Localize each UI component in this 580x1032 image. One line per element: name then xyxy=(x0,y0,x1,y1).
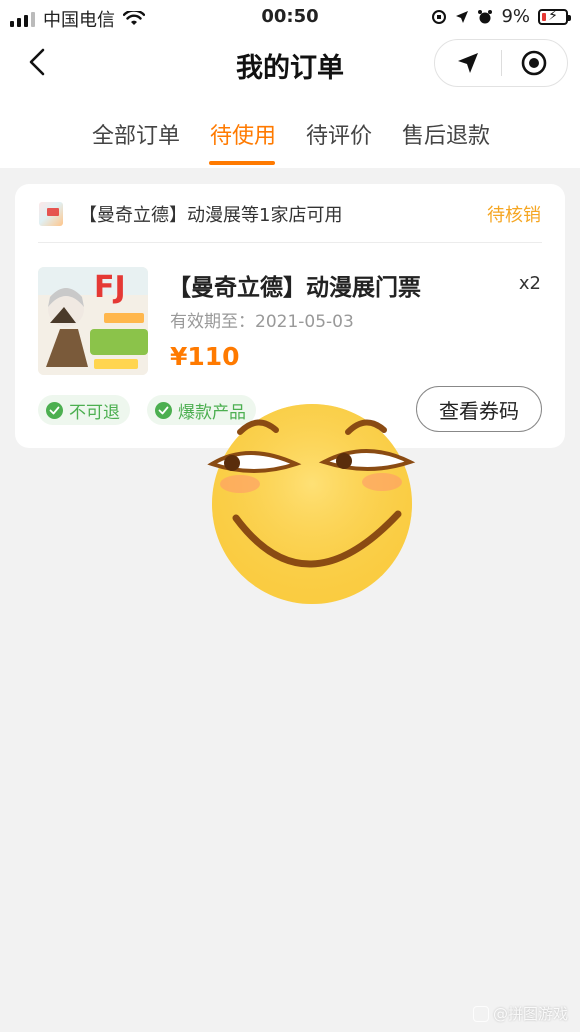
watermark: @拼图游戏 xyxy=(472,1003,568,1024)
valid-until: 有效期至：2021-05-03 xyxy=(170,312,354,332)
location-arrow-icon xyxy=(456,10,469,23)
order-tabs: 全部订单 待使用 待评价 售后退款 xyxy=(0,92,580,168)
active-tab-indicator xyxy=(209,161,275,165)
alarm-icon xyxy=(478,9,493,23)
battery-percent: 9% xyxy=(501,6,530,27)
battery-icon: ⚡ xyxy=(538,7,571,25)
charging-bolt-icon: ⚡ xyxy=(548,7,558,24)
product-image: FJ xyxy=(38,267,148,375)
watermark-logo-icon xyxy=(472,1005,489,1022)
close-miniprogram-button[interactable] xyxy=(502,40,568,86)
card-divider xyxy=(38,242,542,243)
navigation-arrow-icon xyxy=(457,53,478,73)
tab-after-sales[interactable]: 售后退款 xyxy=(402,118,490,150)
tab-to-use[interactable]: 待使用 xyxy=(210,118,276,150)
store-name: 【曼奇立德】动漫展等1家店可用 xyxy=(79,205,343,226)
product-name: 【曼奇立德】动漫展门票 xyxy=(168,275,421,301)
tab-all-orders[interactable]: 全部订单 xyxy=(92,118,180,150)
check-circle-icon xyxy=(155,401,172,419)
check-circle-icon xyxy=(46,401,63,419)
status-right: 9% ⚡ xyxy=(431,6,571,27)
target-icon xyxy=(521,50,547,76)
smirk-emoji-sticker xyxy=(207,404,416,604)
status-bar: 中国电信 00:50 9% ⚡ xyxy=(0,0,580,34)
svg-text:FJ: FJ xyxy=(94,270,126,305)
product-price: ¥110 xyxy=(170,342,240,371)
watermark-text: @拼图游戏 xyxy=(492,1005,568,1023)
miniprogram-capsule xyxy=(434,39,568,87)
product-quantity: x2 xyxy=(518,273,541,294)
navigation-bar: 我的订单 xyxy=(0,34,580,92)
store-thumbnail xyxy=(39,202,63,226)
rotation-lock-icon xyxy=(432,9,447,24)
tab-to-review[interactable]: 待评价 xyxy=(306,118,372,150)
tag-non-refundable: 不可退 xyxy=(38,395,130,425)
location-button[interactable] xyxy=(435,40,501,86)
tag-label: 不可退 xyxy=(69,402,120,423)
view-voucher-code-button[interactable]: 查看券码 xyxy=(416,386,542,432)
order-status-badge: 待核销 xyxy=(487,205,541,226)
